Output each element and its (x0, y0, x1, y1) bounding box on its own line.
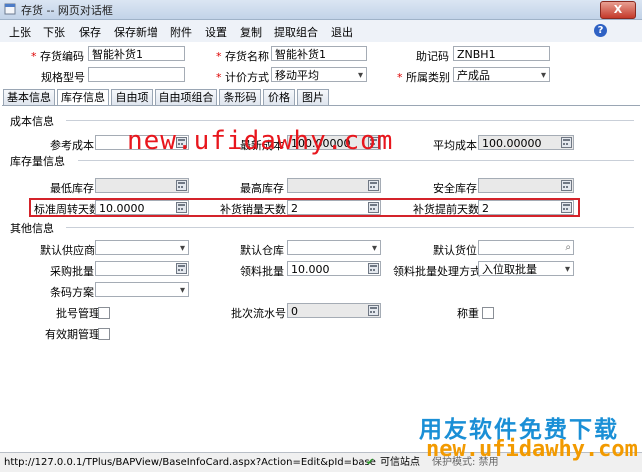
calculator-icon (561, 137, 572, 148)
mnemonic-input[interactable]: ZNBH1 (453, 46, 550, 61)
window-title: 存货 -- 网页对话框 (21, 4, 113, 17)
barcode-scheme-label: 条码方案 (50, 286, 94, 299)
purchase-batch-label: 采购批量 (50, 265, 94, 278)
trusted-zone: 可信站点 (380, 457, 420, 468)
issue-method-label: 领料批量处理方式 (393, 265, 481, 278)
inventory-panel (2, 105, 640, 453)
tab-inventory-info[interactable]: 库存信息 (57, 89, 109, 106)
sales-days-input[interactable]: 2 (287, 200, 381, 215)
name-label: * 存货名称 (216, 50, 269, 63)
avg-cost-input: 100.00000 (478, 135, 574, 150)
turnover-days-input[interactable]: 10.0000 (95, 200, 189, 215)
code-input[interactable]: 智能补货1 (88, 46, 185, 61)
batch-serial-label: 批次流水号 (231, 307, 286, 320)
toolbar: 上张 下张 保存 保存新增 附件 设置 复制 提取组合 退出 (0, 20, 642, 43)
safety-stock-input[interactable] (478, 178, 574, 193)
weigh-label: 称重 (457, 307, 479, 320)
lead-days-label: 补货提前天数 (413, 203, 479, 216)
calculator-icon[interactable] (176, 202, 187, 213)
prev-button[interactable]: 上张 (9, 24, 31, 40)
spec-input[interactable] (88, 67, 185, 82)
search-icon[interactable]: ⌕ (565, 241, 571, 254)
calculator-icon[interactable] (176, 263, 187, 274)
category-label: * 所属类别 (397, 71, 450, 84)
location-label: 默认货位 (433, 244, 477, 257)
valuation-select[interactable]: 移动平均 (271, 67, 367, 82)
cost-section-title: 成本信息 (10, 115, 54, 128)
purchase-batch-input[interactable] (95, 261, 189, 276)
weigh-checkbox[interactable] (482, 307, 494, 319)
name-input[interactable]: 智能补货1 (271, 46, 367, 61)
avg-cost-label: 平均成本 (433, 139, 477, 152)
calculator-icon[interactable] (561, 202, 572, 213)
supplier-select[interactable] (95, 240, 189, 255)
calculator-icon[interactable] (368, 180, 379, 191)
calculator-icon (368, 305, 379, 316)
extract-combo-button[interactable]: 提取组合 (274, 24, 318, 40)
ref-cost-label: 参考成本 (50, 139, 94, 152)
calculator-icon[interactable] (176, 180, 187, 191)
watermark-url-2: new.ufidawhy.com (426, 437, 638, 462)
location-input[interactable]: ⌕ (478, 240, 574, 255)
warehouse-label: 默认仓库 (240, 244, 284, 257)
turnover-days-label: 标准周转天数 (34, 203, 100, 216)
tab-bar: 基本信息 库存信息 自由项 自由项组合 条形码 价格 图片 (0, 89, 642, 106)
expiry-label: 有效期管理 (45, 328, 100, 341)
check-icon: ✔ (366, 457, 375, 468)
category-select[interactable]: 产成品 (453, 67, 550, 82)
help-icon[interactable]: ? (594, 24, 607, 37)
watermark-url: new.ufidawhy.com (127, 126, 394, 156)
save-new-button[interactable]: 保存新增 (114, 24, 158, 40)
section-divider (66, 120, 634, 121)
other-section-title: 其他信息 (10, 222, 54, 235)
status-url: http://127.0.0.1/TPlus/BAPView/BaseInfoC… (4, 457, 376, 468)
section-divider (78, 160, 634, 161)
settings-button[interactable]: 设置 (205, 24, 227, 40)
calculator-icon[interactable] (561, 180, 572, 191)
min-stock-input[interactable] (95, 178, 189, 193)
code-label: * 存货编码 (31, 50, 84, 63)
calculator-icon[interactable] (368, 263, 379, 274)
tab-free-item[interactable]: 自由项 (111, 89, 153, 105)
spec-label: 规格型号 (41, 71, 85, 84)
section-divider (66, 227, 634, 228)
min-stock-label: 最低库存 (50, 182, 94, 195)
header-form: * 存货编码 智能补货1 * 存货名称 智能补货1 助记码 ZNBH1 规格型号… (0, 42, 642, 90)
tab-free-item-combo[interactable]: 自由项组合 (155, 89, 217, 105)
supplier-label: 默认供应商 (40, 244, 95, 257)
safety-stock-label: 安全库存 (433, 182, 477, 195)
expiry-checkbox[interactable] (98, 328, 110, 340)
tab-price[interactable]: 价格 (263, 89, 295, 105)
issue-batch-label: 领料批量 (240, 265, 284, 278)
title-bar: 存货 -- 网页对话框 X (0, 0, 642, 20)
attachment-button[interactable]: 附件 (170, 24, 192, 40)
lead-days-input[interactable]: 2 (478, 200, 574, 215)
tab-basic-info[interactable]: 基本信息 (3, 89, 55, 105)
sales-days-label: 补货销量天数 (220, 203, 286, 216)
copy-button[interactable]: 复制 (240, 24, 262, 40)
stock-section-title: 库存量信息 (10, 155, 65, 168)
tab-barcode[interactable]: 条形码 (219, 89, 261, 105)
issue-method-select[interactable]: 入位取批量 (478, 261, 574, 276)
app-icon (4, 3, 16, 15)
max-stock-input[interactable] (287, 178, 381, 193)
tab-image[interactable]: 图片 (297, 89, 329, 105)
batch-serial-input: 0 (287, 303, 381, 318)
max-stock-label: 最高库存 (240, 182, 284, 195)
batch-mgmt-checkbox[interactable] (98, 307, 110, 319)
save-button[interactable]: 保存 (79, 24, 101, 40)
issue-batch-input[interactable]: 10.000 (287, 261, 381, 276)
valuation-label: * 计价方式 (216, 71, 269, 84)
mnemonic-label: 助记码 (416, 50, 449, 63)
warehouse-select[interactable] (287, 240, 381, 255)
calculator-icon[interactable] (368, 202, 379, 213)
exit-button[interactable]: 退出 (331, 24, 353, 40)
close-button[interactable]: X (600, 1, 636, 19)
next-button[interactable]: 下张 (43, 24, 65, 40)
barcode-scheme-select[interactable] (95, 282, 189, 297)
batch-mgmt-label: 批号管理 (56, 307, 100, 320)
